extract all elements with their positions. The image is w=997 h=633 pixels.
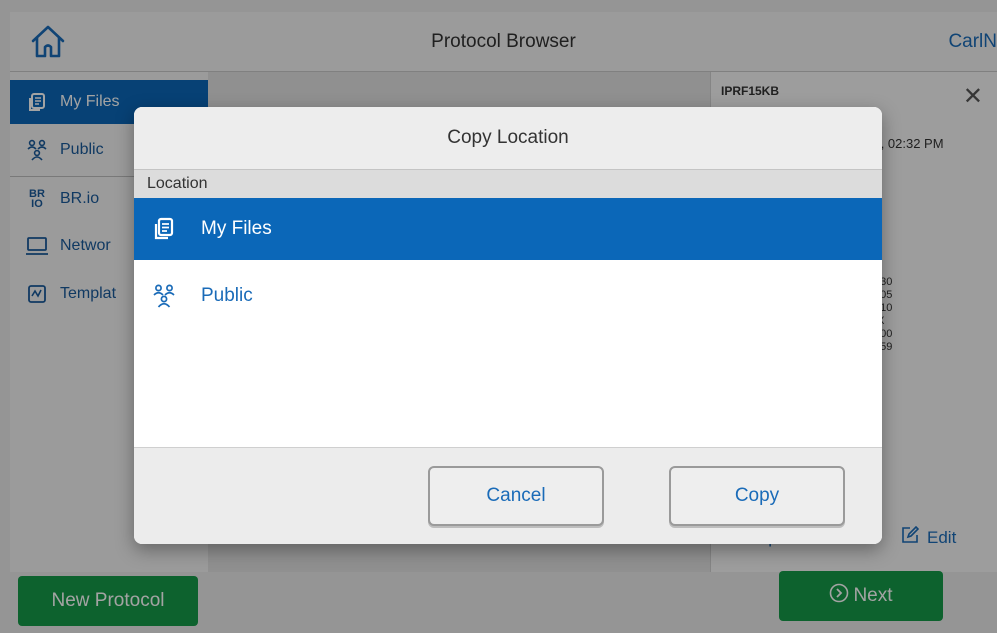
my-files-icon xyxy=(152,217,176,241)
copy-location-dialog: Copy Location Location My Files Public C… xyxy=(134,107,882,544)
option-label: Public xyxy=(201,285,253,306)
location-section-label: Location xyxy=(134,169,882,198)
dialog-footer: Cancel Copy xyxy=(134,447,882,544)
location-option-public[interactable]: Public xyxy=(134,265,882,327)
option-label: My Files xyxy=(201,218,272,239)
location-option-my-files[interactable]: My Files xyxy=(134,198,882,260)
dialog-title: Copy Location xyxy=(134,107,882,169)
public-icon xyxy=(152,284,176,308)
cancel-button[interactable]: Cancel xyxy=(428,466,604,526)
copy-button[interactable]: Copy xyxy=(669,466,845,526)
